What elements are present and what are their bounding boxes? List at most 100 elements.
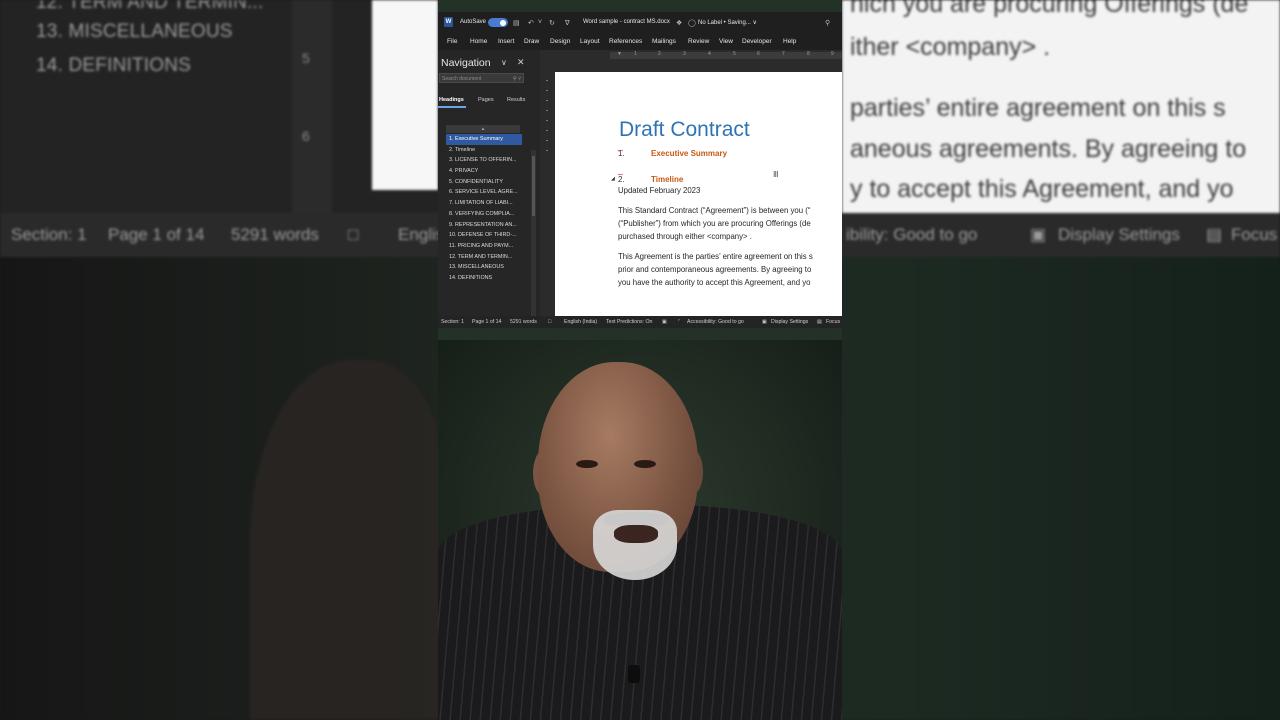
navigation-title: Navigation bbox=[441, 57, 491, 69]
navigation-pane: Navigation ∨ ✕ Search document ⚲ ˅ Headi… bbox=[438, 50, 540, 318]
ruler-number: 9 bbox=[831, 51, 834, 57]
nav-heading-item[interactable]: 11. PRICING AND PAYM... bbox=[446, 241, 522, 252]
status-words[interactable]: 5291 words bbox=[510, 319, 537, 325]
ruler-number: 7 bbox=[782, 51, 785, 57]
search-icon[interactable]: ⚲ bbox=[825, 19, 830, 27]
chevron-down-icon[interactable]: ∨ bbox=[501, 58, 507, 67]
status-page[interactable]: Page 1 of 14 bbox=[472, 319, 501, 325]
pin-icon[interactable]: ❖ bbox=[676, 19, 682, 27]
tab-file[interactable]: File bbox=[447, 38, 457, 45]
tab-view[interactable]: View bbox=[719, 38, 733, 45]
bg-focus-icon: ▤ bbox=[1206, 225, 1223, 244]
nav-scrollbar[interactable] bbox=[531, 150, 536, 318]
display-settings-icon: ▣ bbox=[762, 319, 767, 325]
status-accessibility[interactable]: Accessibility: Good to go bbox=[687, 319, 744, 325]
paragraph-line: This Standard Contract (“Agreement”) is … bbox=[618, 206, 811, 215]
heading-number: 1. bbox=[618, 149, 625, 158]
paragraph-line: you have the authority to accept this Ag… bbox=[618, 278, 811, 287]
collapse-all-icon[interactable]: ▴ bbox=[446, 125, 520, 133]
ruler-number: 4 bbox=[708, 51, 711, 57]
tab-home[interactable]: Home bbox=[470, 38, 487, 45]
document-area: ▼ 1 2 3 4 5 6 7 8 9 Draft Contract ∽ 1. … bbox=[554, 50, 842, 318]
tab-help[interactable]: Help bbox=[783, 38, 796, 45]
bg-page-edge bbox=[372, 0, 438, 190]
close-icon[interactable]: ✕ bbox=[517, 57, 525, 68]
undo-icon[interactable]: ↶ bbox=[528, 19, 534, 27]
autosave-toggle[interactable] bbox=[488, 18, 508, 27]
search-icon[interactable]: ⚲ ˅ bbox=[513, 74, 521, 84]
bg-status-display: Display Settings bbox=[1058, 225, 1180, 244]
macro-icon[interactable]: ▣ bbox=[662, 319, 667, 325]
bg-status-words: 5291 words bbox=[231, 225, 319, 244]
nav-heading-item[interactable]: 9. REPRESENTATION AN... bbox=[446, 220, 522, 231]
tab-review[interactable]: Review bbox=[688, 38, 709, 45]
status-predictions[interactable]: Text Predictions: On bbox=[606, 319, 652, 325]
tab-headings[interactable]: Headings bbox=[439, 97, 464, 103]
redo-icon[interactable]: ↻ bbox=[549, 19, 555, 27]
tab-insert[interactable]: Insert bbox=[498, 38, 514, 45]
nav-heading-item[interactable]: 4. PRIVACY bbox=[446, 166, 522, 177]
bg-ruler-number: 6 bbox=[302, 128, 310, 144]
paragraph-line: (“Publisher”) from which you are procuri… bbox=[618, 219, 811, 228]
bg-person bbox=[250, 360, 450, 720]
bg-doc-line: aneous agreements. By agreeing to bbox=[850, 135, 1247, 163]
bg-doc-line: parties’ entire agreement on this s bbox=[850, 94, 1226, 122]
chevron-down-icon[interactable]: ˅ bbox=[538, 19, 542, 26]
nav-heading-item[interactable]: 8. VERIFYING COMPLIA... bbox=[446, 209, 522, 220]
heading-number: 2. bbox=[618, 175, 625, 184]
tab-draw[interactable]: Draw bbox=[524, 38, 539, 45]
vertical-ruler bbox=[540, 50, 554, 318]
word-logo-icon: W bbox=[444, 17, 453, 27]
paragraph-line: purchased through either <company> . bbox=[618, 232, 752, 241]
search-input[interactable]: Search document ⚲ ˅ bbox=[439, 73, 524, 83]
proofing-icon[interactable]: □ bbox=[548, 319, 551, 325]
sensitivity-label[interactable]: No Label • Saving... ∨ bbox=[698, 19, 757, 26]
tab-results[interactable]: Results bbox=[507, 97, 525, 103]
bg-proofing-icon: □ bbox=[348, 225, 359, 244]
bg-display-settings-icon: ▣ bbox=[1030, 225, 1047, 244]
save-icon[interactable]: ▤ bbox=[513, 19, 520, 27]
nav-heading-item[interactable]: 12. TERM AND TERMIN... bbox=[446, 252, 522, 263]
bg-vertical-ruler: 5 6 bbox=[292, 0, 332, 215]
presenter-video bbox=[438, 340, 842, 720]
customize-toolbar-icon[interactable]: ∇ bbox=[565, 19, 570, 27]
nav-heading-item[interactable]: 2. Timeline bbox=[446, 145, 522, 156]
collapse-arrow-icon[interactable]: ◢ bbox=[611, 176, 615, 182]
paragraph-line: This Agreement is the parties’ entire ag… bbox=[618, 252, 813, 261]
tab-layout[interactable]: Layout bbox=[580, 38, 600, 45]
bg-nav-item: 12. TERM AND TERMIN... bbox=[36, 0, 264, 13]
word-window: W AutoSave ▤ ↶ ˅ ↻ ∇ Word sample - contr… bbox=[438, 12, 842, 328]
indent-marker-icon[interactable]: ▼ bbox=[617, 51, 622, 57]
shield-icon: ◯ bbox=[688, 20, 696, 27]
document-filename: Word sample - contract MS.docx bbox=[583, 19, 670, 25]
presenter-mouth bbox=[614, 525, 658, 543]
tab-developer[interactable]: Developer bbox=[742, 38, 772, 45]
ruler-number: 1 bbox=[634, 51, 637, 57]
headings-list: 1. Executive Summary 2. Timeline 3. LICE… bbox=[446, 134, 522, 284]
nav-heading-item[interactable]: 7. LIMITATION OF LIABI... bbox=[446, 198, 522, 209]
presenter-eye bbox=[576, 460, 598, 468]
nav-heading-item[interactable]: 13. MISCELLANEOUS bbox=[446, 262, 522, 273]
nav-heading-item[interactable]: 6. SERVICE LEVEL AGRE... bbox=[446, 187, 522, 198]
status-focus[interactable]: Focus bbox=[826, 319, 840, 325]
tab-references[interactable]: References bbox=[609, 38, 642, 45]
status-bar: Section: 1 Page 1 of 14 5291 words □ Eng… bbox=[438, 316, 842, 328]
ruler-number: 6 bbox=[757, 51, 760, 57]
nav-heading-item[interactable]: 3. LICENSE TO OFFERIN... bbox=[446, 155, 522, 166]
tab-mailings[interactable]: Mailings bbox=[652, 38, 676, 45]
ruler-number: 5 bbox=[733, 51, 736, 57]
nav-heading-item[interactable]: 10. DEFENSE OF THIRD-... bbox=[446, 230, 522, 241]
status-display-settings[interactable]: Display Settings bbox=[771, 319, 808, 325]
tab-pages[interactable]: Pages bbox=[478, 97, 494, 103]
lapel-mic-icon bbox=[628, 665, 640, 683]
heading-executive-summary: Executive Summary bbox=[651, 149, 728, 158]
document-page[interactable]: Draft Contract ∽ 1. Executive Summary ∽ … bbox=[555, 72, 842, 318]
nav-heading-item[interactable]: 5. CONFIDENTIALITY bbox=[446, 177, 522, 188]
tab-design[interactable]: Design bbox=[550, 38, 570, 45]
nav-heading-item[interactable]: 1. Executive Summary bbox=[446, 134, 522, 145]
autosave-label: AutoSave bbox=[460, 19, 487, 25]
status-language[interactable]: English (India) bbox=[564, 319, 597, 325]
focus-icon: ▤ bbox=[817, 319, 822, 325]
nav-heading-item[interactable]: 14. DEFINITIONS bbox=[446, 273, 522, 284]
status-section[interactable]: Section: 1 bbox=[441, 319, 464, 325]
